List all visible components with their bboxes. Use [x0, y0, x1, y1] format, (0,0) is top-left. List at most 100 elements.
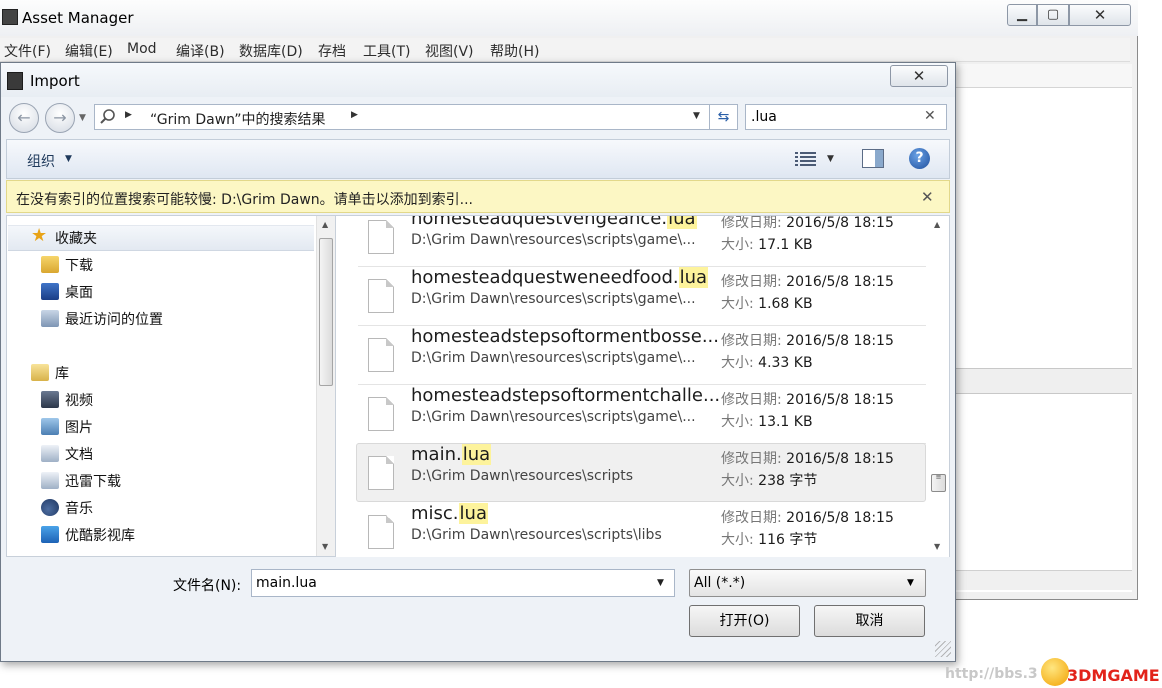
- list-item[interactable]: homesteadstepsoftormentchalle... D:\Grim…: [358, 385, 926, 444]
- file-icon: [368, 456, 394, 490]
- nav-item-favorites[interactable]: ★ 收藏夹: [31, 227, 251, 249]
- nav-item-label: 最近访问的位置: [65, 312, 163, 328]
- downloads-folder-icon: [41, 256, 59, 273]
- asset-list-header: [955, 64, 1132, 88]
- close-icon[interactable]: ✕: [921, 188, 934, 206]
- menu-view[interactable]: 视图(V): [425, 41, 474, 61]
- file-icon: [368, 397, 394, 431]
- list-item[interactable]: homesteadstepsoftormentbosse... D:\Grim …: [358, 326, 926, 385]
- forward-button[interactable]: →: [45, 103, 75, 133]
- file-list-scrollbar[interactable]: ▲ ≡ ▼: [928, 216, 948, 557]
- asset-manager-titlebar[interactable]: Asset Manager ▁ ▢ ✕: [0, 0, 1138, 36]
- scroll-up-icon[interactable]: ▲: [934, 220, 940, 229]
- menu-build[interactable]: 编译(B): [176, 41, 225, 61]
- xunlei-icon: [41, 472, 59, 489]
- nav-item-recent[interactable]: 最近访问的位置: [41, 308, 301, 330]
- window-title: Asset Manager: [22, 9, 134, 27]
- chevron-down-icon[interactable]: ▼: [693, 111, 700, 121]
- scroll-down-icon[interactable]: ▼: [322, 542, 328, 551]
- list-item[interactable]: homesteadquestvengeance.lua D:\Grim Dawn…: [358, 216, 926, 267]
- menu-edit[interactable]: 编辑(E): [65, 41, 113, 61]
- organize-button[interactable]: 组织: [27, 151, 55, 171]
- file-size: 大小: 4.33 KB: [721, 355, 813, 371]
- asset-divider: [955, 368, 1132, 394]
- recent-places-icon: [41, 310, 59, 327]
- command-toolbar: 组织 ▼ ▼ ?: [6, 139, 950, 179]
- list-item-selected[interactable]: main.lua D:\Grim Dawn\resources\scripts …: [356, 443, 926, 502]
- file-name: homesteadquestweneedfood.lua: [411, 267, 709, 288]
- nav-item-youku[interactable]: 优酷影视库: [41, 524, 261, 546]
- nav-item-desktop[interactable]: 桌面: [41, 281, 261, 303]
- cancel-button[interactable]: 取消: [814, 605, 925, 637]
- list-item[interactable]: misc.lua D:\Grim Dawn\resources\scripts\…: [358, 503, 926, 557]
- close-button[interactable]: ✕: [1069, 4, 1131, 26]
- menu-mod[interactable]: Mod: [127, 41, 157, 57]
- asset-manager-content: [955, 64, 1132, 592]
- nav-item-label: 文档: [65, 447, 93, 463]
- desktop-icon: [41, 283, 59, 300]
- file-size: 大小: 238 字节: [721, 473, 818, 489]
- file-date: 修改日期: 2016/5/8 18:15: [721, 274, 894, 290]
- info-bar-text[interactable]: 在没有索引的位置搜索可能较慢: D:\Grim Dawn。请单击以添加到索引..…: [16, 189, 473, 209]
- minimize-button[interactable]: ▁: [1007, 4, 1037, 26]
- file-path: D:\Grim Dawn\resources\scripts: [411, 468, 634, 484]
- search-input[interactable]: .lua ✕: [745, 104, 947, 130]
- address-bar[interactable]: ▶ “Grim Dawn”中的搜索结果 ▶ ▼: [94, 104, 710, 130]
- nav-item-pictures[interactable]: 图片: [41, 416, 261, 438]
- view-options-icon[interactable]: [795, 150, 817, 168]
- nav-item-xunlei[interactable]: 迅雷下载: [41, 470, 261, 492]
- music-icon: [41, 499, 59, 516]
- nav-item-documents[interactable]: 文档: [41, 443, 261, 465]
- nav-scrollbar[interactable]: ▲ ▼: [316, 216, 335, 556]
- file-icon: [368, 338, 394, 372]
- menu-save[interactable]: 存档: [318, 41, 346, 61]
- maximize-button[interactable]: ▢: [1037, 4, 1069, 26]
- address-path[interactable]: “Grim Dawn”中的搜索结果: [150, 109, 326, 129]
- menu-database[interactable]: 数据库(D): [239, 41, 303, 61]
- preview-pane-icon[interactable]: [862, 149, 884, 168]
- scroll-down-icon[interactable]: ▼: [934, 542, 940, 551]
- nav-item-label: 库: [55, 366, 69, 382]
- chevron-right-icon[interactable]: ▶: [125, 110, 132, 120]
- open-button[interactable]: 打开(O): [689, 605, 800, 637]
- back-button[interactable]: ←: [9, 103, 39, 133]
- menu-tools[interactable]: 工具(T): [363, 41, 410, 61]
- chevron-down-icon[interactable]: ▼: [827, 154, 834, 164]
- menu-file[interactable]: 文件(F): [4, 41, 51, 61]
- file-name: homesteadstepsoftormentbosse...: [411, 326, 720, 347]
- chevron-down-icon[interactable]: ▼: [79, 113, 86, 123]
- chevron-down-icon[interactable]: ▼: [657, 578, 664, 588]
- scroll-thumb[interactable]: ≡: [931, 474, 946, 492]
- scroll-thumb[interactable]: [319, 238, 333, 386]
- nav-item-label: 收藏夹: [55, 231, 97, 247]
- nav-item-libraries[interactable]: 库: [31, 362, 251, 384]
- close-icon[interactable]: ✕: [924, 108, 936, 124]
- file-name: main.lua: [411, 444, 492, 465]
- file-type-select[interactable]: All (*.*) ▼: [689, 569, 926, 597]
- refresh-button[interactable]: ⇆: [710, 104, 738, 130]
- chevron-right-icon[interactable]: ▶: [351, 110, 358, 120]
- list-item[interactable]: homesteadquestweneedfood.lua D:\Grim Daw…: [358, 267, 926, 326]
- watermark-logo-icon: [1041, 658, 1069, 686]
- nav-item-videos[interactable]: 视频: [41, 389, 261, 411]
- file-size: 大小: 1.68 KB: [721, 296, 813, 312]
- import-titlebar[interactable]: Import ✕: [1, 63, 955, 97]
- close-button[interactable]: ✕: [890, 65, 948, 87]
- resize-grip-icon[interactable]: [935, 641, 951, 657]
- search-value: .lua: [751, 109, 777, 125]
- scroll-up-icon[interactable]: ▲: [322, 220, 328, 229]
- filename-input[interactable]: main.lua ▼: [251, 569, 675, 597]
- nav-item-label: 视频: [65, 393, 93, 409]
- chevron-down-icon[interactable]: ▼: [65, 154, 72, 164]
- nav-item-label: 优酷影视库: [65, 528, 135, 544]
- help-icon[interactable]: ?: [909, 148, 930, 169]
- info-bar[interactable]: 在没有索引的位置搜索可能较慢: D:\Grim Dawn。请单击以添加到索引..…: [6, 180, 950, 213]
- search-icon: [99, 108, 119, 126]
- chevron-down-icon[interactable]: ▼: [907, 578, 914, 588]
- watermark-brand: 3DMGAME: [1067, 666, 1160, 685]
- nav-item-downloads[interactable]: 下载: [41, 254, 261, 276]
- menu-help[interactable]: 帮助(H): [490, 41, 539, 61]
- file-path: D:\Grim Dawn\resources\scripts\game\...: [411, 350, 696, 366]
- asset-horizontal-scrollbar[interactable]: [955, 570, 1132, 590]
- nav-item-music[interactable]: 音乐: [41, 497, 261, 519]
